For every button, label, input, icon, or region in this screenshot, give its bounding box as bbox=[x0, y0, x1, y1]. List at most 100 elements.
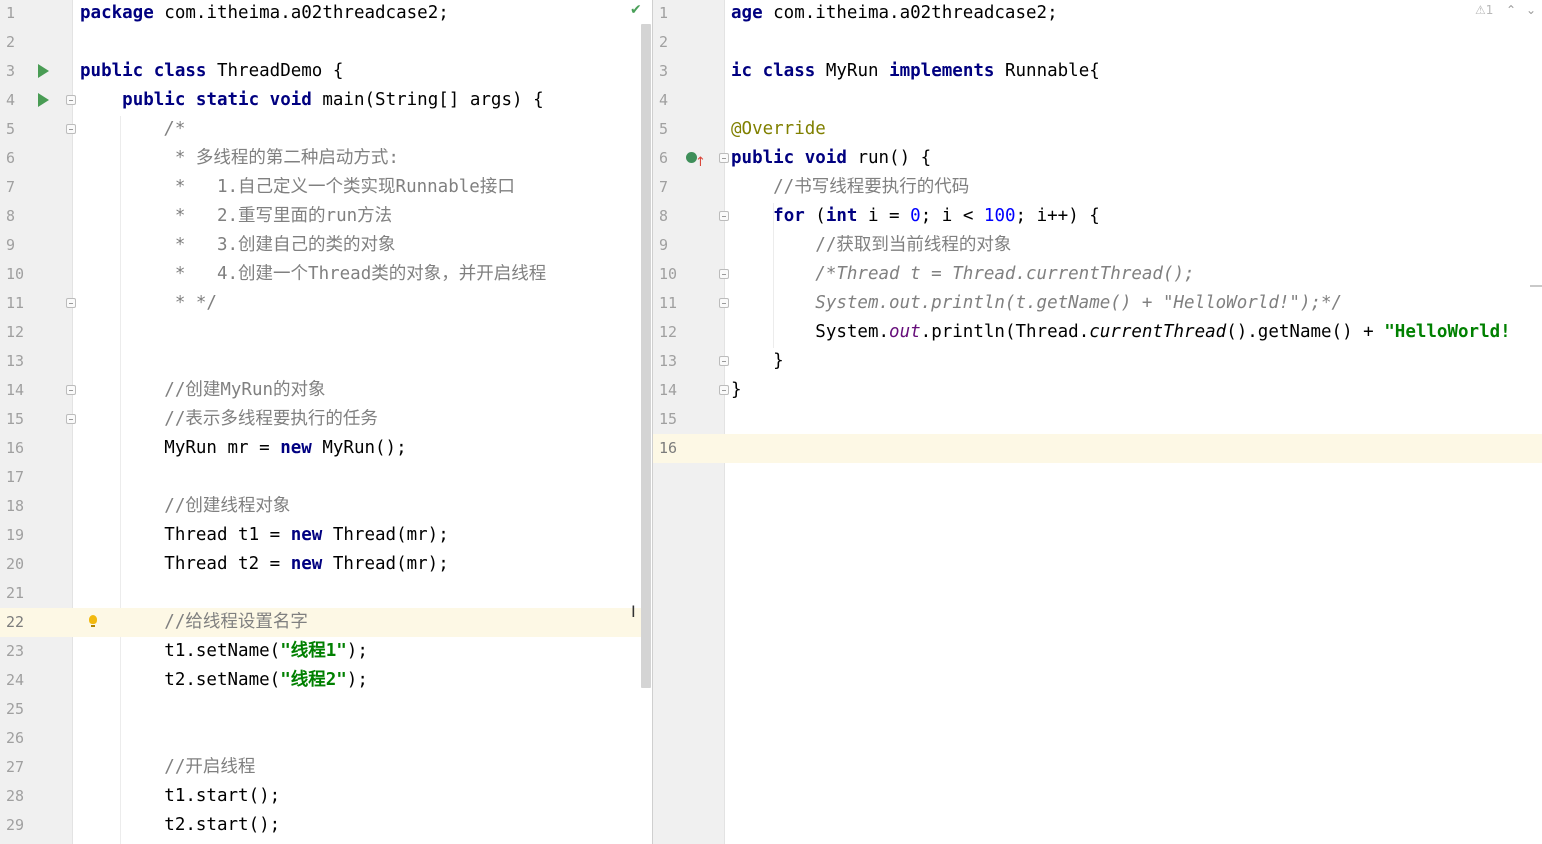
code-text[interactable]: * */ bbox=[80, 289, 217, 318]
code-line[interactable]: 15 bbox=[653, 405, 1542, 434]
code-line[interactable]: 16 MyRun mr = new MyRun(); bbox=[0, 434, 652, 463]
code-line[interactable]: 5 /* bbox=[0, 115, 652, 144]
code-line[interactable]: 29 t2.start(); bbox=[0, 811, 652, 840]
warning-count: 1 bbox=[1485, 3, 1494, 17]
code-line[interactable]: 15 //表示多线程要执行的任务 bbox=[0, 405, 652, 434]
code-line[interactable]: 20 Thread t2 = new Thread(mr); bbox=[0, 550, 652, 579]
code-line[interactable]: 8 for (int i = 0; i < 100; i++) { bbox=[653, 202, 1542, 231]
code-line[interactable]: 2 bbox=[0, 28, 652, 57]
code-line[interactable]: 8 * 2.重写里面的run方法 bbox=[0, 202, 652, 231]
fold-icon[interactable] bbox=[66, 414, 76, 424]
code-line[interactable]: 9 * 3.创建自己的类的对象 bbox=[0, 231, 652, 260]
code-text[interactable]: age com.itheima.a02threadcase2; bbox=[731, 0, 1058, 28]
code-text[interactable]: t1.start(); bbox=[80, 782, 280, 811]
code-text[interactable]: //创建线程对象 bbox=[80, 492, 290, 521]
fold-icon[interactable] bbox=[719, 153, 729, 163]
code-line[interactable]: 23 t1.setName("线程1"); bbox=[0, 637, 652, 666]
fold-icon[interactable] bbox=[66, 95, 76, 105]
code-text[interactable]: MyRun mr = new MyRun(); bbox=[80, 434, 406, 463]
code-text[interactable]: public class ThreadDemo { bbox=[80, 57, 343, 86]
code-text[interactable]: /* bbox=[80, 115, 185, 144]
code-line[interactable]: 1 age com.itheima.a02threadcase2; bbox=[653, 0, 1542, 28]
code-line[interactable]: 7 //书写线程要执行的代码 bbox=[653, 173, 1542, 202]
code-text[interactable]: System.out.println(Thread.currentThread(… bbox=[731, 318, 1510, 347]
code-line[interactable]: 3 public class ThreadDemo { bbox=[0, 57, 652, 86]
code-line[interactable]: 28 t1.start(); bbox=[0, 782, 652, 811]
run-icon[interactable] bbox=[38, 64, 49, 78]
code-text[interactable]: //表示多线程要执行的任务 bbox=[80, 405, 378, 434]
code-text[interactable]: } bbox=[731, 347, 784, 376]
left-scrollbar[interactable] bbox=[641, 24, 651, 688]
fold-icon[interactable] bbox=[719, 385, 729, 395]
fold-icon[interactable] bbox=[719, 269, 729, 279]
chevron-down-icon[interactable]: ⌄ bbox=[1526, 3, 1536, 17]
code-line[interactable]: 11 System.out.println(t.getName() + "Hel… bbox=[653, 289, 1542, 318]
code-text[interactable]: t2.setName("线程2"); bbox=[80, 666, 368, 695]
code-line[interactable]: 11 * */ bbox=[0, 289, 652, 318]
code-text[interactable]: * 多线程的第二种启动方式: bbox=[80, 144, 399, 173]
code-text[interactable]: //书写线程要执行的代码 bbox=[731, 173, 969, 202]
fold-icon[interactable] bbox=[719, 298, 729, 308]
code-text[interactable]: Thread t2 = new Thread(mr); bbox=[80, 550, 448, 579]
code-line[interactable]: 6 public void run() {↑ bbox=[653, 144, 1542, 173]
code-line[interactable]: 10 * 4.创建一个Thread类的对象，并开启线程 bbox=[0, 260, 652, 289]
warning-icon[interactable]: ⚠1 bbox=[1475, 3, 1493, 17]
code-line[interactable]: 13 } bbox=[653, 347, 1542, 376]
code-text[interactable]: for (int i = 0; i < 100; i++) { bbox=[731, 202, 1100, 231]
code-line[interactable]: 18 //创建线程对象 bbox=[0, 492, 652, 521]
code-text[interactable]: } bbox=[731, 376, 742, 405]
code-text[interactable]: package com.itheima.a02threadcase2; bbox=[80, 0, 449, 28]
code-line[interactable]: 17 bbox=[0, 463, 652, 492]
lightbulb-icon[interactable] bbox=[89, 615, 97, 627]
code-text[interactable]: //创建MyRun的对象 bbox=[80, 376, 325, 405]
code-text[interactable]: * 1.自己定义一个类实现Runnable接口 bbox=[80, 173, 515, 202]
fold-icon[interactable] bbox=[66, 385, 76, 395]
code-line[interactable]: 5 @Override bbox=[653, 115, 1542, 144]
code-text[interactable]: t2.start(); bbox=[80, 811, 280, 840]
code-text[interactable]: * 2.重写里面的run方法 bbox=[80, 202, 392, 231]
code-text[interactable]: /*Thread t = Thread.currentThread(); bbox=[731, 260, 1194, 289]
right-editor-pane[interactable]: 1 age com.itheima.a02threadcase2; 2 3 ic cla… bbox=[653, 0, 1542, 844]
code-line[interactable]: 24 t2.setName("线程2"); bbox=[0, 666, 652, 695]
run-icon[interactable] bbox=[38, 93, 49, 107]
code-line[interactable]: 22 //给线程设置名字 bbox=[0, 608, 642, 637]
code-line[interactable]: 27 //开启线程 bbox=[0, 753, 652, 782]
code-line[interactable]: 16 bbox=[653, 434, 1542, 463]
code-line[interactable]: 1 package com.itheima.a02threadcase2; bbox=[0, 0, 652, 28]
code-text[interactable]: public static void main(String[] args) { bbox=[80, 86, 543, 115]
code-line[interactable]: 12 bbox=[0, 318, 652, 347]
code-line[interactable]: 4 bbox=[653, 86, 1542, 115]
code-line[interactable]: 4 public static void main(String[] args)… bbox=[0, 86, 652, 115]
code-line[interactable]: 21 bbox=[0, 579, 652, 608]
code-text[interactable]: //给线程设置名字 bbox=[80, 608, 308, 637]
code-text[interactable]: Thread t1 = new Thread(mr); bbox=[80, 521, 448, 550]
code-line[interactable]: 10 /*Thread t = Thread.currentThread(); bbox=[653, 260, 1542, 289]
code-text[interactable]: * 3.创建自己的类的对象 bbox=[80, 231, 396, 260]
code-text[interactable]: public void run() { bbox=[731, 144, 931, 173]
code-line[interactable]: 12 System.out.println(Thread.currentThre… bbox=[653, 318, 1542, 347]
code-line[interactable]: 7 * 1.自己定义一个类实现Runnable接口 bbox=[0, 173, 652, 202]
fold-icon[interactable] bbox=[719, 356, 729, 366]
code-line[interactable]: 3 ic class MyRun implements Runnable{ bbox=[653, 57, 1542, 86]
code-line[interactable]: 14 //创建MyRun的对象 bbox=[0, 376, 652, 405]
left-editor-pane[interactable]: 1 package com.itheima.a02threadcase2; 2 3 pu… bbox=[0, 0, 652, 844]
code-text[interactable]: ic class MyRun implements Runnable{ bbox=[731, 57, 1100, 86]
code-text[interactable]: @Override bbox=[731, 115, 826, 144]
code-text[interactable]: t1.setName("线程1"); bbox=[80, 637, 368, 666]
code-text[interactable]: * 4.创建一个Thread类的对象，并开启线程 bbox=[80, 260, 546, 289]
code-line[interactable]: 25 bbox=[0, 695, 652, 724]
code-line[interactable]: 26 bbox=[0, 724, 652, 753]
code-line[interactable]: 13 bbox=[0, 347, 652, 376]
chevron-up-icon[interactable]: ⌃ bbox=[1506, 3, 1516, 17]
code-line[interactable]: 14} bbox=[653, 376, 1542, 405]
fold-icon[interactable] bbox=[66, 298, 76, 308]
fold-icon[interactable] bbox=[66, 124, 76, 134]
code-line[interactable]: 9 //获取到当前线程的对象 bbox=[653, 231, 1542, 260]
code-line[interactable]: 2 bbox=[653, 28, 1542, 57]
code-line[interactable]: 6 * 多线程的第二种启动方式: bbox=[0, 144, 652, 173]
code-line[interactable]: 19 Thread t1 = new Thread(mr); bbox=[0, 521, 652, 550]
code-text[interactable]: //获取到当前线程的对象 bbox=[731, 231, 1011, 260]
code-text[interactable]: //开启线程 bbox=[80, 753, 255, 782]
fold-icon[interactable] bbox=[719, 211, 729, 221]
code-text[interactable]: System.out.println(t.getName() + "HelloW… bbox=[731, 289, 1342, 318]
